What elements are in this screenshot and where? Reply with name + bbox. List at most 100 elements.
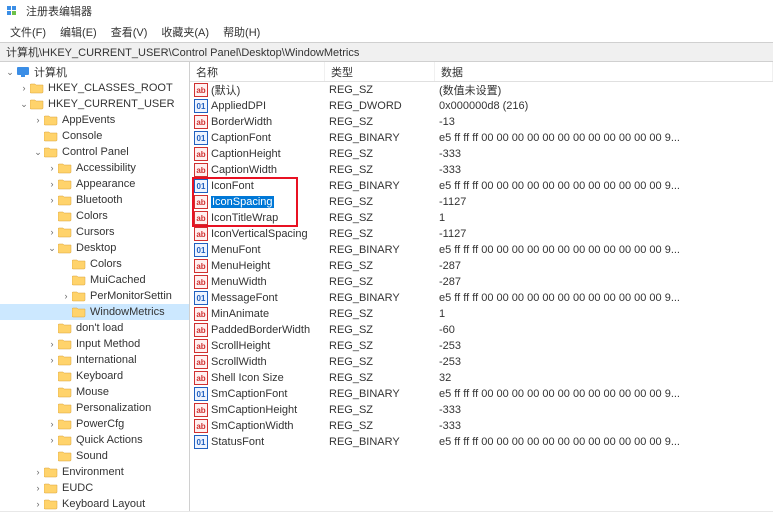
tree-item[interactable]: ›Accessibility — [0, 160, 189, 176]
tree-item[interactable]: ›PowerCfg — [0, 416, 189, 432]
value-row[interactable]: abIconTitleWrapREG_SZ1 — [190, 210, 773, 226]
tree-item[interactable]: don't load — [0, 320, 189, 336]
tree-item[interactable]: ⌄Desktop — [0, 240, 189, 256]
chevron-right-icon[interactable]: › — [32, 483, 44, 493]
value-name: PaddedBorderWidth — [211, 324, 310, 336]
value-row[interactable]: abMenuHeightREG_SZ-287 — [190, 258, 773, 274]
tree-item-label: Environment — [60, 466, 126, 478]
tree-item[interactable]: ›Cursors — [0, 224, 189, 240]
tree-item-label: Console — [60, 130, 104, 142]
value-name: MenuHeight — [211, 260, 270, 272]
value-row[interactable]: abBorderWidthREG_SZ-13 — [190, 114, 773, 130]
chevron-right-icon[interactable]: › — [32, 467, 44, 477]
value-row[interactable]: abCaptionWidthREG_SZ-333 — [190, 162, 773, 178]
tree-item[interactable]: ›Input Method — [0, 336, 189, 352]
value-row[interactable]: abCaptionHeightREG_SZ-333 — [190, 146, 773, 162]
tree-item[interactable]: › Environment — [0, 464, 189, 480]
tree-item[interactable]: ⌄计算机 — [0, 64, 189, 80]
tree-item[interactable]: Sound — [0, 448, 189, 464]
value-row[interactable]: abIconSpacingREG_SZ-1127 — [190, 194, 773, 210]
menu-edit[interactable]: 编辑(E) — [54, 22, 103, 42]
window-title: 注册表编辑器 — [26, 3, 92, 19]
value-row[interactable]: 01StatusFontREG_BINARYe5 ff ff ff 00 00 … — [190, 434, 773, 450]
string-value-icon: ab — [194, 339, 208, 353]
value-row[interactable]: abScrollWidthREG_SZ-253 — [190, 354, 773, 370]
value-type: REG_SZ — [325, 196, 435, 208]
menubar: 文件(F) 编辑(E) 查看(V) 收藏夹(A) 帮助(H) — [0, 22, 773, 42]
tree-item[interactable]: ›International — [0, 352, 189, 368]
value-row[interactable]: abMenuWidthREG_SZ-287 — [190, 274, 773, 290]
chevron-down-icon[interactable]: ⌄ — [18, 99, 30, 110]
value-type: REG_SZ — [325, 404, 435, 416]
tree-item[interactable]: ›Keyboard Layout — [0, 496, 189, 511]
chevron-right-icon[interactable]: › — [46, 419, 58, 429]
value-data: 32 — [435, 372, 773, 384]
value-row[interactable]: 01CaptionFontREG_BINARYe5 ff ff ff 00 00… — [190, 130, 773, 146]
chevron-right-icon[interactable]: › — [32, 115, 44, 125]
col-name[interactable]: 名称 — [190, 62, 325, 81]
tree-item[interactable]: Colors — [0, 256, 189, 272]
tree-item[interactable]: Keyboard — [0, 368, 189, 384]
list-panel[interactable]: 名称 类型 数据 ab(默认)REG_SZ(数值未设置)01AppliedDPI… — [190, 62, 773, 511]
value-type: REG_SZ — [325, 276, 435, 288]
chevron-right-icon[interactable]: › — [46, 355, 58, 365]
menu-help[interactable]: 帮助(H) — [217, 22, 266, 42]
value-row[interactable]: abMinAnimateREG_SZ1 — [190, 306, 773, 322]
tree-item[interactable]: ›PerMonitorSettin — [0, 288, 189, 304]
tree-item[interactable]: ›Appearance — [0, 176, 189, 192]
chevron-right-icon[interactable]: › — [18, 83, 30, 93]
value-name: Shell Icon Size — [211, 372, 284, 384]
tree-item[interactable]: MuiCached — [0, 272, 189, 288]
value-row[interactable]: 01MenuFontREG_BINARYe5 ff ff ff 00 00 00… — [190, 242, 773, 258]
string-value-icon: ab — [194, 403, 208, 417]
menu-view[interactable]: 查看(V) — [105, 22, 154, 42]
col-type[interactable]: 类型 — [325, 62, 435, 81]
tree-item[interactable]: ›Bluetooth — [0, 192, 189, 208]
chevron-right-icon[interactable]: › — [46, 163, 58, 173]
value-data: -13 — [435, 116, 773, 128]
value-name: CaptionWidth — [211, 164, 277, 176]
value-row[interactable]: 01SmCaptionFontREG_BINARYe5 ff ff ff 00 … — [190, 386, 773, 402]
value-row[interactable]: abSmCaptionHeightREG_SZ-333 — [190, 402, 773, 418]
tree-item[interactable]: ›Quick Actions — [0, 432, 189, 448]
value-row[interactable]: 01IconFontREG_BINARYe5 ff ff ff 00 00 00… — [190, 178, 773, 194]
tree-item[interactable]: Colors — [0, 208, 189, 224]
value-row[interactable]: abIconVerticalSpacingREG_SZ-1127 — [190, 226, 773, 242]
value-row[interactable]: 01MessageFontREG_BINARYe5 ff ff ff 00 00… — [190, 290, 773, 306]
value-row[interactable]: abPaddedBorderWidthREG_SZ-60 — [190, 322, 773, 338]
menu-file[interactable]: 文件(F) — [4, 22, 52, 42]
chevron-right-icon[interactable]: › — [46, 179, 58, 189]
menu-favorites[interactable]: 收藏夹(A) — [155, 22, 215, 42]
value-row[interactable]: abShell Icon SizeREG_SZ32 — [190, 370, 773, 386]
chevron-right-icon[interactable]: › — [46, 227, 58, 237]
chevron-right-icon[interactable]: › — [60, 291, 72, 301]
tree-item[interactable]: Mouse — [0, 384, 189, 400]
value-row[interactable]: abScrollHeightREG_SZ-253 — [190, 338, 773, 354]
col-data[interactable]: 数据 — [435, 62, 773, 81]
chevron-down-icon[interactable]: ⌄ — [4, 67, 16, 78]
address-bar[interactable]: 计算机\HKEY_CURRENT_USER\Control Panel\Desk… — [0, 42, 773, 62]
value-row[interactable]: abSmCaptionWidthREG_SZ-333 — [190, 418, 773, 434]
chevron-down-icon[interactable]: ⌄ — [46, 243, 58, 254]
chevron-right-icon[interactable]: › — [46, 195, 58, 205]
value-data: -333 — [435, 164, 773, 176]
tree-item[interactable]: ⌄Control Panel — [0, 144, 189, 160]
tree-item[interactable]: ⌄HKEY_CURRENT_USER — [0, 96, 189, 112]
folder-icon — [58, 370, 72, 382]
value-type: REG_SZ — [325, 212, 435, 224]
tree-item[interactable]: ›EUDC — [0, 480, 189, 496]
chevron-down-icon[interactable]: ⌄ — [32, 147, 44, 158]
string-value-icon: ab — [194, 355, 208, 369]
tree-item[interactable]: Personalization — [0, 400, 189, 416]
chevron-right-icon[interactable]: › — [46, 339, 58, 349]
value-row[interactable]: ab(默认)REG_SZ(数值未设置) — [190, 82, 773, 98]
chevron-right-icon[interactable]: › — [32, 499, 44, 509]
value-type: REG_SZ — [325, 260, 435, 272]
tree-item[interactable]: Console — [0, 128, 189, 144]
tree-panel[interactable]: ⌄计算机›HKEY_CLASSES_ROOT⌄HKEY_CURRENT_USER… — [0, 62, 190, 511]
chevron-right-icon[interactable]: › — [46, 435, 58, 445]
value-row[interactable]: 01AppliedDPIREG_DWORD0x000000d8 (216) — [190, 98, 773, 114]
tree-item[interactable]: ›HKEY_CLASSES_ROOT — [0, 80, 189, 96]
tree-item[interactable]: ›AppEvents — [0, 112, 189, 128]
tree-item[interactable]: WindowMetrics — [0, 304, 189, 320]
